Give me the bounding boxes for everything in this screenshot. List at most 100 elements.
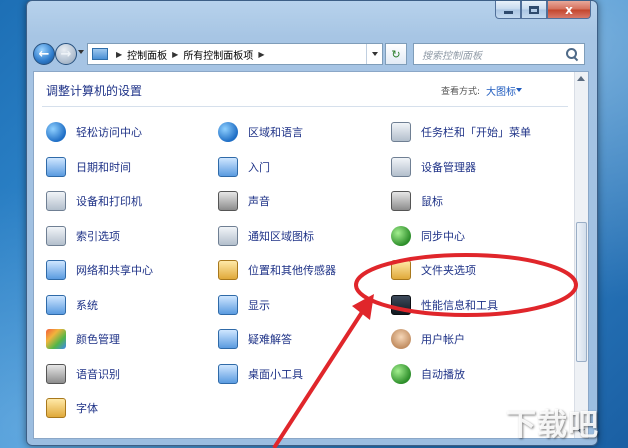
- scroll-thumb[interactable]: [576, 222, 587, 362]
- item-label: 疑难解答: [248, 333, 292, 346]
- control-panel-item[interactable]: 系统: [46, 293, 98, 317]
- control-panel-item[interactable]: 位置和其他传感器: [218, 258, 336, 282]
- control-panel-item[interactable]: 设备和打印机: [46, 189, 142, 213]
- refresh-icon: ↻: [391, 47, 401, 61]
- item-label: 语音识别: [76, 367, 120, 381]
- control-panel-item[interactable]: 通知区域图标: [218, 224, 314, 248]
- item-label: 颜色管理: [76, 333, 120, 346]
- control-panel-item[interactable]: 轻松访问中心: [46, 120, 142, 144]
- troubleshoot-icon: [218, 329, 238, 349]
- speaker-icon: [218, 191, 238, 211]
- performance-icon: [391, 294, 411, 315]
- vertical-scrollbar[interactable]: [574, 72, 588, 438]
- close-button[interactable]: x: [547, 1, 591, 19]
- clock-calendar-icon: [46, 156, 66, 177]
- chevron-down-icon: [371, 52, 378, 56]
- control-panel-icon: [92, 48, 108, 60]
- item-label: 区域和语言: [248, 126, 303, 139]
- item-label: 用户帐户: [421, 333, 465, 346]
- item-label: 设备和打印机: [76, 195, 142, 208]
- breadcrumb-all-items[interactable]: 所有控制面板项: [183, 47, 253, 62]
- getting-started-icon: [218, 156, 238, 177]
- item-label: 系统: [76, 298, 98, 312]
- control-panel-item[interactable]: 文件夹选项: [391, 258, 476, 282]
- breadcrumb-separator[interactable]: ▶: [258, 50, 264, 59]
- device-manager-icon: [391, 156, 411, 177]
- item-label: 字体: [76, 402, 98, 415]
- control-panel-item[interactable]: 显示: [218, 293, 270, 317]
- view-by-dropdown[interactable]: 大图标: [486, 83, 516, 98]
- minimize-button[interactable]: [495, 1, 521, 19]
- control-panel-item[interactable]: 鼠标: [391, 189, 443, 213]
- item-label: 入门: [248, 160, 270, 174]
- item-label: 索引选项: [76, 229, 120, 243]
- item-label: 位置和其他传感器: [248, 264, 336, 277]
- close-icon: x: [565, 2, 573, 17]
- item-label: 文件夹选项: [421, 264, 476, 277]
- item-label: 自动播放: [421, 367, 465, 381]
- display-icon: [218, 294, 238, 315]
- maximize-button[interactable]: [521, 1, 547, 19]
- view-by-label: 查看方式:: [441, 87, 481, 97]
- page-title: 调整计算机的设置: [46, 84, 143, 98]
- control-panel-item[interactable]: 入门: [218, 155, 270, 179]
- breadcrumb-control-panel[interactable]: 控制面板: [127, 47, 167, 62]
- back-button[interactable]: ←: [33, 43, 55, 65]
- chevron-down-icon[interactable]: [516, 88, 522, 92]
- recent-pages-dropdown-icon[interactable]: [78, 50, 84, 54]
- control-panel-item[interactable]: 同步中心: [391, 224, 465, 248]
- control-panel-item[interactable]: 任务栏和「开始」菜单: [391, 120, 531, 144]
- control-panel-item[interactable]: 颜色管理: [46, 327, 120, 351]
- control-panel-item[interactable]: 字体: [46, 396, 98, 420]
- search-icon[interactable]: [565, 47, 579, 61]
- control-panel-item[interactable]: 设备管理器: [391, 155, 476, 179]
- navigation-bar: ← → ▶ 控制面板 ▶ 所有控制面板项 ▶ ↻ 搜索控制面板: [33, 41, 593, 67]
- breadcrumb-separator[interactable]: ▶: [116, 50, 122, 59]
- refresh-button[interactable]: ↻: [385, 43, 407, 65]
- folder-icon: [391, 260, 411, 280]
- breadcrumb-separator[interactable]: ▶: [172, 50, 178, 59]
- control-panel-item[interactable]: 声音: [218, 189, 270, 213]
- microphone-icon: [46, 363, 66, 384]
- control-panel-item[interactable]: 疑难解答: [218, 327, 292, 351]
- control-panel-item[interactable]: 区域和语言: [218, 120, 303, 144]
- control-panel-item[interactable]: 自动播放: [391, 362, 465, 386]
- sync-icon: [391, 225, 411, 246]
- users-icon: [391, 329, 411, 349]
- scroll-up-arrow-icon[interactable]: [577, 76, 585, 81]
- control-panel-item[interactable]: 索引选项: [46, 224, 120, 248]
- tray-icon: [218, 225, 238, 246]
- content-header: 调整计算机的设置 查看方式: 大图标: [34, 72, 574, 106]
- control-panel-item[interactable]: 语音识别: [46, 362, 120, 386]
- search-box[interactable]: 搜索控制面板: [413, 43, 585, 65]
- window-controls: x: [495, 1, 591, 19]
- maximize-icon: [529, 5, 539, 14]
- back-arrow-icon: ←: [38, 46, 50, 62]
- control-panel-item[interactable]: 性能信息和工具: [391, 293, 498, 317]
- item-label: 任务栏和「开始」菜单: [421, 126, 531, 139]
- control-panel-item[interactable]: 网络和共享中心: [46, 258, 153, 282]
- forward-arrow-icon: →: [60, 46, 72, 62]
- search-input[interactable]: 搜索控制面板: [422, 47, 565, 62]
- item-label: 声音: [248, 195, 270, 208]
- taskbar-icon: [391, 122, 411, 142]
- printer-icon: [46, 191, 66, 211]
- item-label: 同步中心: [421, 229, 465, 243]
- address-dropdown-button[interactable]: [366, 44, 382, 64]
- forward-button[interactable]: →: [55, 43, 77, 65]
- item-label: 桌面小工具: [248, 367, 303, 381]
- item-label: 性能信息和工具: [421, 298, 498, 312]
- address-bar[interactable]: ▶ 控制面板 ▶ 所有控制面板项 ▶: [87, 43, 383, 65]
- item-label: 网络和共享中心: [76, 264, 153, 277]
- control-panel-window: x ← → ▶ 控制面板 ▶ 所有控制面板项 ▶ ↻ 搜索控制面板 调整计算机的…: [26, 0, 598, 446]
- control-panel-items: 轻松访问中心日期和时间设备和打印机 索引选项网络和共享中心 系统颜色管理语音识别字体…: [34, 112, 574, 438]
- ease-of-access-icon: [46, 122, 66, 142]
- item-label: 日期和时间: [76, 160, 131, 174]
- control-panel-item[interactable]: 桌面小工具: [218, 362, 303, 386]
- color-management-icon: [46, 329, 66, 349]
- gadgets-icon: [218, 363, 238, 384]
- item-label: 通知区域图标: [248, 229, 314, 243]
- control-panel-item[interactable]: 用户帐户: [391, 327, 465, 351]
- control-panel-item[interactable]: 日期和时间: [46, 155, 131, 179]
- sensor-icon: [218, 260, 238, 280]
